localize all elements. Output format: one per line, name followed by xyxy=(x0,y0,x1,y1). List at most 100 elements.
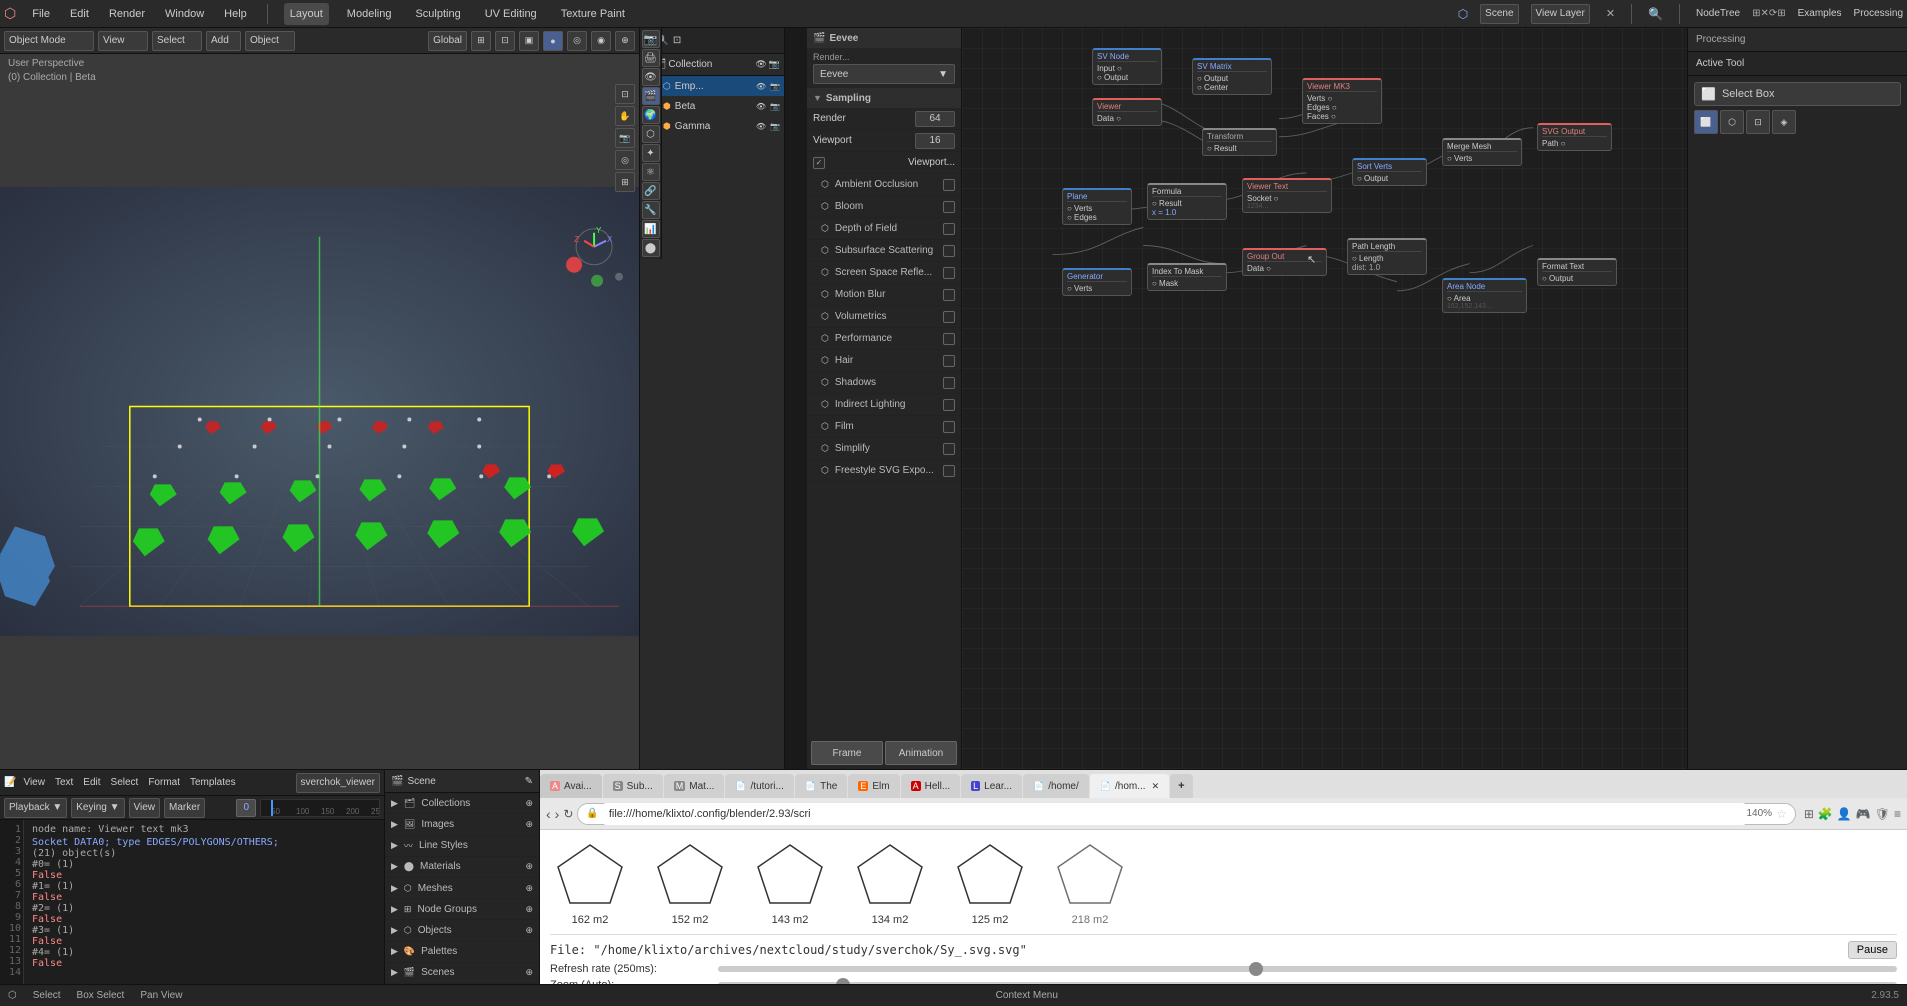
zoom-extents-btn[interactable]: ⊡ xyxy=(615,84,635,104)
simplify-section[interactable]: ⬡ Simplify xyxy=(807,438,961,460)
select-mode-2[interactable]: ⬡ xyxy=(1720,110,1744,134)
prop-icon-object[interactable]: ⬡ xyxy=(642,125,660,143)
templates-menu[interactable]: Templates xyxy=(187,777,239,788)
dof-toggle[interactable] xyxy=(943,223,955,235)
text-content[interactable]: node name: Viewer text mk3 Socket DATA0;… xyxy=(24,820,384,984)
eye-icon-gamma[interactable]: 👁 xyxy=(756,122,766,131)
sss-toggle[interactable] xyxy=(943,245,955,257)
game-icon[interactable]: 🎮 xyxy=(1856,807,1871,821)
node-box-3[interactable]: SV Matrix ○ Output ○ Center xyxy=(1192,58,1272,95)
url-bar[interactable]: 🔒 140% ☆ xyxy=(577,803,1795,825)
performance-section[interactable]: ⬡ Performance xyxy=(807,328,961,350)
fs-toggle[interactable] xyxy=(943,465,955,477)
scene-name[interactable]: Scene xyxy=(1480,4,1518,24)
il-toggle[interactable] xyxy=(943,399,955,411)
shading-wireframe[interactable]: ▣ xyxy=(519,31,539,51)
search-icon[interactable]: 🔍 xyxy=(1648,7,1663,21)
dof-section[interactable]: ⬡ Depth of Field xyxy=(807,218,961,240)
node-box-8[interactable]: Viewer Text Socket ○ 1234... xyxy=(1242,178,1332,213)
prop-icon-output[interactable]: 🖨 xyxy=(642,49,660,67)
node-box-11[interactable]: SVG Output Path ○ xyxy=(1537,123,1612,151)
prop-icon-data[interactable]: 📊 xyxy=(642,220,660,238)
snap-toggle[interactable]: ⊞ xyxy=(471,31,491,51)
shading-rendered[interactable]: ◉ xyxy=(591,31,611,51)
refresh-rate-slider[interactable] xyxy=(718,966,1897,972)
ambient-occlusion-section[interactable]: ⬡ Ambient Occlusion xyxy=(807,174,961,196)
prop-icon-world[interactable]: 🌍 xyxy=(642,106,660,124)
window-menu[interactable]: Window xyxy=(161,3,208,25)
tab-home2[interactable]: 📄 /hom... ✕ xyxy=(1090,774,1169,798)
motion-blur-section[interactable]: ⬡ Motion Blur xyxy=(807,284,961,306)
simplify-toggle[interactable] xyxy=(943,443,955,455)
timeline-scrub[interactable]: 50 100 150 200 250 xyxy=(260,799,380,817)
scenes-add-icon[interactable]: ⊕ xyxy=(525,967,533,978)
camera-view-btn[interactable]: 📷 xyxy=(615,128,635,148)
images-add-icon[interactable]: ⊕ xyxy=(525,819,533,830)
viewport-mode-dropdown[interactable]: Object Mode xyxy=(4,31,94,51)
collections-add-icon[interactable]: ⊕ xyxy=(525,798,533,809)
gizmo-toggle[interactable]: ⊕ xyxy=(615,31,635,51)
scenes-item[interactable]: ▶ 🎬 Scenes ⊕ xyxy=(385,963,539,984)
grab-tool[interactable]: ✋ xyxy=(615,106,635,126)
frame-indicator[interactable]: 0 xyxy=(236,799,256,817)
select-status[interactable]: Select xyxy=(33,990,61,1001)
tab-the[interactable]: 📄 The xyxy=(795,774,847,798)
viewport-samples-field[interactable]: 16 xyxy=(915,133,955,149)
tab-elm[interactable]: E Elm xyxy=(848,774,899,798)
text-menu[interactable]: Text xyxy=(52,777,76,788)
viewport-select-dropdown[interactable]: Select xyxy=(152,31,202,51)
tab-home1[interactable]: 📄 /home/ xyxy=(1023,774,1089,798)
viewport-object-dropdown[interactable]: Object xyxy=(245,31,295,51)
node-canvas[interactable]: SV Node Input ○ ○ Output Viewer Data ○ S… xyxy=(962,28,1687,769)
pause-button[interactable]: Pause xyxy=(1848,941,1897,959)
node-box-4[interactable]: Transform ○ Result xyxy=(1202,128,1277,156)
node-box-1[interactable]: SV Node Input ○ ○ Output xyxy=(1092,48,1162,85)
prop-icon-physics[interactable]: ⚛ xyxy=(642,163,660,181)
viewport-3d[interactable]: User Perspective (0) Collection | Beta xyxy=(0,54,639,769)
ao-toggle[interactable] xyxy=(943,179,955,191)
sampling-header[interactable]: ▼ Sampling xyxy=(807,88,961,108)
view-dropdown-timeline[interactable]: View xyxy=(129,798,161,818)
node-box-5[interactable]: Viewer MK3 Verts ○ Edges ○ Faces ○ xyxy=(1302,78,1382,124)
eye-icon[interactable]: 👁 xyxy=(755,59,766,70)
tab-subscriptions[interactable]: S Sub... xyxy=(603,774,663,798)
bloom-section[interactable]: ⬡ Bloom xyxy=(807,196,961,218)
volumetrics-section[interactable]: ⬡ Volumetrics xyxy=(807,306,961,328)
pan-view-status[interactable]: Pan View xyxy=(140,990,182,1001)
node-box-6[interactable]: Plane ○ Verts ○ Edges xyxy=(1062,188,1132,225)
freestyle-section[interactable]: ⬡ Freestyle SVG Expo... xyxy=(807,460,961,482)
file-menu[interactable]: File xyxy=(28,3,54,25)
tab-available[interactable]: A Avai... xyxy=(540,774,602,798)
node-box-14[interactable]: Group Out Data ○ xyxy=(1242,248,1327,276)
overlay-toggle[interactable]: ⊡ xyxy=(495,31,515,51)
objects-item[interactable]: ▶ ⬡ Objects ⊕ xyxy=(385,920,539,941)
global-local-toggle[interactable]: Global xyxy=(428,31,467,51)
shield-icon[interactable]: 🛡 xyxy=(1875,807,1890,821)
grid-icon[interactable]: ⊞ xyxy=(1804,807,1814,821)
animation-render-btn[interactable]: Animation xyxy=(885,741,957,765)
shading-solid[interactable]: ● xyxy=(543,31,563,51)
new-tab-btn[interactable]: + xyxy=(1170,774,1192,798)
context-menu-status[interactable]: Context Menu xyxy=(996,990,1058,1001)
render-icon-emp[interactable]: 📷 xyxy=(770,82,780,91)
tab-tutorial[interactable]: 📄 /tutori... xyxy=(725,774,794,798)
close-icon[interactable]: ✕ xyxy=(1606,7,1615,20)
prop-icon-view[interactable]: 👁 xyxy=(642,68,660,86)
materials-item[interactable]: ▶ ⬤ Materials ⊕ xyxy=(385,857,539,878)
viewport-view-dropdown[interactable]: View xyxy=(98,31,148,51)
materials-add-icon[interactable]: ⊕ xyxy=(525,861,533,872)
extension-icon[interactable]: 🧩 xyxy=(1818,807,1833,821)
close-tab-icon[interactable]: ✕ xyxy=(1152,781,1160,792)
ssr-toggle[interactable] xyxy=(943,267,955,279)
select-box-row[interactable]: ⬜ Select Box xyxy=(1694,82,1901,106)
node-groups-item[interactable]: ▶ ⊞ Node Groups ⊕ xyxy=(385,899,539,920)
nav-forward-btn[interactable]: › xyxy=(555,806,560,822)
film-section[interactable]: ⬡ Film xyxy=(807,416,961,438)
render-preview-btn[interactable]: ◎ xyxy=(615,150,635,170)
render-engine-dropdown[interactable]: Eevee ▼ xyxy=(813,64,955,84)
viewport-add-dropdown[interactable]: Add xyxy=(206,31,241,51)
node-box-16[interactable]: Area Node ○ Area 162,152,143... xyxy=(1442,278,1527,313)
frame-render-btn[interactable]: Frame xyxy=(811,741,883,765)
workspace-sculpting[interactable]: Sculpting xyxy=(409,3,466,25)
render-icon-gamma[interactable]: 📷 xyxy=(770,122,780,131)
